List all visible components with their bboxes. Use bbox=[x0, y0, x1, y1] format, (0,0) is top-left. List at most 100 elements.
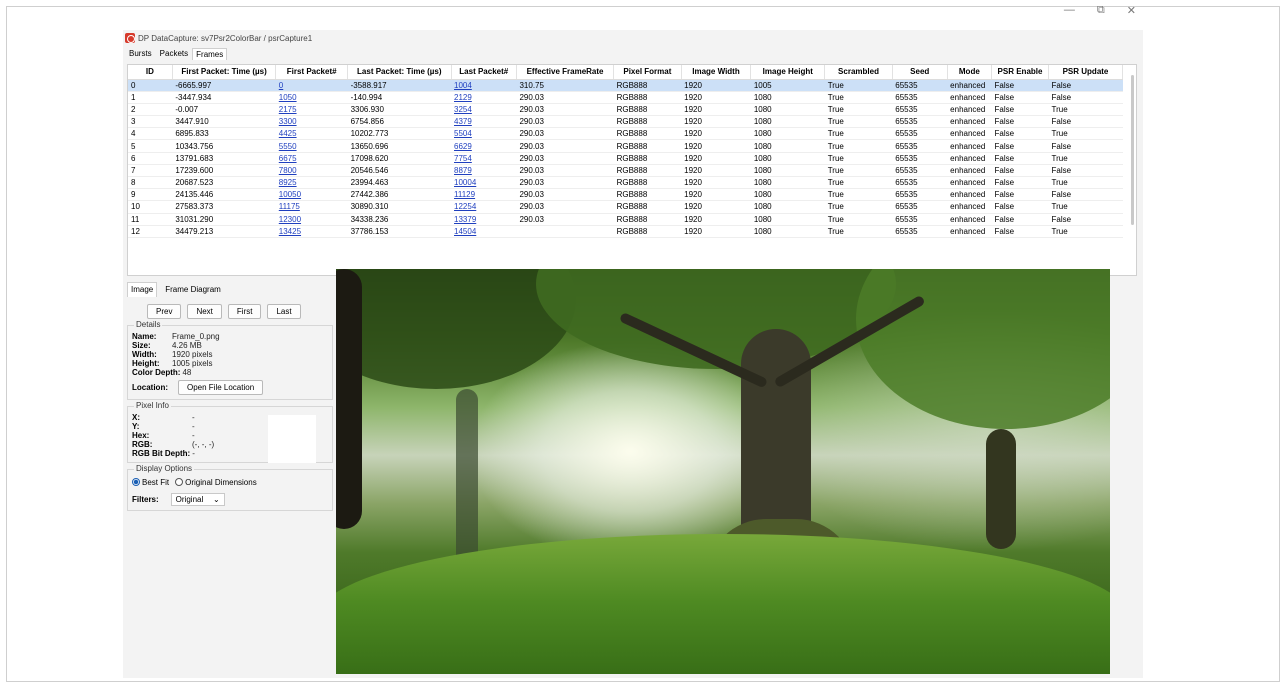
table-cell: False bbox=[1048, 115, 1123, 129]
tab-frames[interactable]: Frames bbox=[192, 48, 228, 60]
column-header[interactable]: Seed bbox=[892, 65, 948, 80]
column-header[interactable]: Pixel Format bbox=[613, 65, 682, 80]
tab-packets[interactable]: Packets bbox=[156, 47, 192, 60]
packet-link[interactable]: 8925 bbox=[279, 178, 297, 187]
packet-link[interactable]: 4425 bbox=[279, 129, 297, 138]
table-row[interactable]: 1 -3447.934 1050 -140.994 2129 290.03 RGB888 19… bbox=[128, 91, 1123, 104]
tab-frame-diagram[interactable]: Frame Diagram bbox=[161, 282, 225, 297]
tab-bursts[interactable]: Bursts bbox=[125, 47, 156, 60]
table-cell: False bbox=[991, 188, 1049, 202]
column-header[interactable]: Image Height bbox=[750, 65, 826, 80]
packet-link[interactable]: 11129 bbox=[454, 190, 475, 199]
table-row[interactable]: 8 20687.523 8925 23994.463 10004 290.03 RGB888… bbox=[128, 176, 1123, 190]
packet-link[interactable]: 11175 bbox=[279, 202, 300, 211]
table-cell: False bbox=[991, 103, 1049, 117]
table-cell: 1080 bbox=[750, 213, 825, 226]
table-cell: 13379 bbox=[451, 213, 517, 226]
packet-link[interactable]: 3254 bbox=[454, 105, 472, 114]
original-dimensions-radio[interactable]: Original Dimensions bbox=[175, 478, 257, 487]
last-button[interactable]: Last bbox=[267, 304, 301, 319]
packet-link[interactable]: 4379 bbox=[454, 117, 472, 126]
table-row[interactable]: 6 13791.683 6675 17098.620 7754 290.03 RGB888 1… bbox=[128, 152, 1123, 165]
packet-link[interactable]: 6629 bbox=[454, 142, 472, 151]
column-header[interactable]: PSR Enable bbox=[991, 65, 1049, 80]
table-cell: 10050 bbox=[275, 188, 348, 202]
table-cell: 1920 bbox=[681, 188, 751, 202]
open-file-location-button[interactable]: Open File Location bbox=[178, 380, 264, 395]
column-header[interactable]: First Packet: Time (µs) bbox=[172, 65, 277, 80]
column-header[interactable]: ID bbox=[128, 65, 173, 80]
table-cell: 1080 bbox=[750, 91, 825, 104]
table-cell: 290.03 bbox=[516, 127, 614, 141]
packet-link[interactable]: 10050 bbox=[279, 190, 301, 199]
packet-link[interactable]: 3300 bbox=[279, 117, 297, 126]
close-icon[interactable]: ✕ bbox=[1127, 4, 1136, 17]
pixel-color-swatch bbox=[268, 415, 316, 463]
restore-icon[interactable]: ⧉ bbox=[1097, 4, 1105, 17]
table-cell: 20687.523 bbox=[172, 176, 276, 190]
table-row[interactable]: 9 24135.446 10050 27442.386 11129 290.03 RGB88… bbox=[128, 188, 1123, 202]
packet-link[interactable]: 6675 bbox=[279, 154, 297, 163]
column-header[interactable]: Scrambled bbox=[824, 65, 893, 80]
table-cell: 6754.856 bbox=[347, 115, 452, 129]
frame-image-viewer[interactable] bbox=[336, 269, 1110, 674]
packet-link[interactable]: 13379 bbox=[454, 215, 476, 224]
column-header[interactable]: Image Width bbox=[681, 65, 752, 80]
filters-dropdown[interactable]: Original ⌄ bbox=[170, 493, 225, 506]
table-cell: False bbox=[991, 152, 1049, 165]
packet-link[interactable]: 2175 bbox=[279, 105, 297, 114]
packet-link[interactable]: 12254 bbox=[454, 202, 476, 211]
column-header[interactable]: First Packet# bbox=[275, 65, 349, 80]
y-label: Y: bbox=[132, 422, 140, 431]
table-row[interactable]: 4 6895.833 4425 10202.773 5504 290.03 RGB888 19… bbox=[128, 127, 1123, 141]
table-row[interactable]: 7 17239.600 7800 20546.546 8879 290.03 RGB888 1… bbox=[128, 164, 1123, 178]
table-row[interactable]: 12 34479.213 13425 37786.153 14504 RGB888 1920… bbox=[128, 225, 1123, 238]
table-cell: enhanced bbox=[947, 115, 992, 129]
table-cell: 6629 bbox=[451, 139, 517, 153]
packet-link[interactable]: 1050 bbox=[279, 93, 297, 102]
table-cell: False bbox=[1048, 91, 1123, 104]
next-button[interactable]: Next bbox=[187, 304, 222, 319]
first-button[interactable]: First bbox=[227, 304, 262, 319]
packet-link[interactable]: 7800 bbox=[279, 166, 297, 175]
packet-link[interactable]: 8879 bbox=[454, 166, 472, 175]
table-cell: True bbox=[824, 188, 893, 202]
packet-link[interactable]: 5550 bbox=[279, 142, 297, 151]
packet-link[interactable]: 1004 bbox=[454, 81, 472, 90]
table-cell: 1080 bbox=[750, 127, 825, 141]
minimize-icon[interactable]: — bbox=[1064, 4, 1075, 17]
table-cell: 290.03 bbox=[516, 139, 614, 153]
table-row[interactable]: 5 10343.756 5550 13650.696 6629 290.03 RGB888 1… bbox=[128, 139, 1123, 153]
table-cell: False bbox=[991, 91, 1049, 104]
packet-link[interactable]: 7754 bbox=[454, 154, 472, 163]
table-cell: 0 bbox=[275, 79, 348, 92]
table-row[interactable]: 0 -6665.997 0 -3588.917 1004 310.75 RGB888 1920… bbox=[128, 79, 1123, 92]
column-header[interactable]: PSR Update bbox=[1048, 65, 1123, 80]
table-row[interactable]: 2 -0.007 2175 3306.930 3254 290.03 RGB888 1920 1… bbox=[128, 103, 1123, 117]
packet-link[interactable]: 5504 bbox=[454, 129, 472, 138]
packet-link[interactable]: 12300 bbox=[279, 215, 301, 224]
table-cell: 65535 bbox=[892, 200, 948, 214]
packet-link[interactable]: 10004 bbox=[454, 178, 476, 187]
tab-image[interactable]: Image bbox=[127, 282, 158, 297]
table-cell: 10 bbox=[128, 200, 173, 214]
table-row[interactable]: 10 27583.373 11175 30890.310 12254 290.03 RGB8… bbox=[128, 200, 1123, 214]
column-header[interactable]: Effective FrameRate bbox=[516, 65, 615, 80]
packet-link[interactable]: 13425 bbox=[279, 227, 301, 236]
packet-link[interactable]: 2129 bbox=[454, 93, 472, 102]
table-cell: 6 bbox=[128, 152, 173, 165]
column-header[interactable]: Mode bbox=[947, 65, 993, 80]
column-header[interactable]: Last Packet# bbox=[451, 65, 517, 80]
column-header[interactable]: Last Packet: Time (µs) bbox=[347, 65, 452, 80]
display-options-title: Display Options bbox=[134, 464, 195, 473]
table-scrollbar[interactable] bbox=[1131, 75, 1134, 225]
best-fit-radio[interactable]: Best Fit bbox=[132, 478, 169, 487]
color-depth-value: 48 bbox=[182, 368, 192, 377]
color-depth-label: Color Depth: bbox=[132, 368, 181, 377]
table-cell: 65535 bbox=[892, 127, 948, 141]
table-row[interactable]: 3 3447.910 3300 6754.856 4379 290.03 RGB888 192… bbox=[128, 115, 1123, 129]
prev-button[interactable]: Prev bbox=[147, 304, 182, 319]
packet-link[interactable]: 0 bbox=[279, 81, 283, 90]
packet-link[interactable]: 14504 bbox=[454, 227, 476, 236]
table-row[interactable]: 11 31031.290 12300 34338.236 13379 290.03 RGB8… bbox=[128, 213, 1123, 226]
